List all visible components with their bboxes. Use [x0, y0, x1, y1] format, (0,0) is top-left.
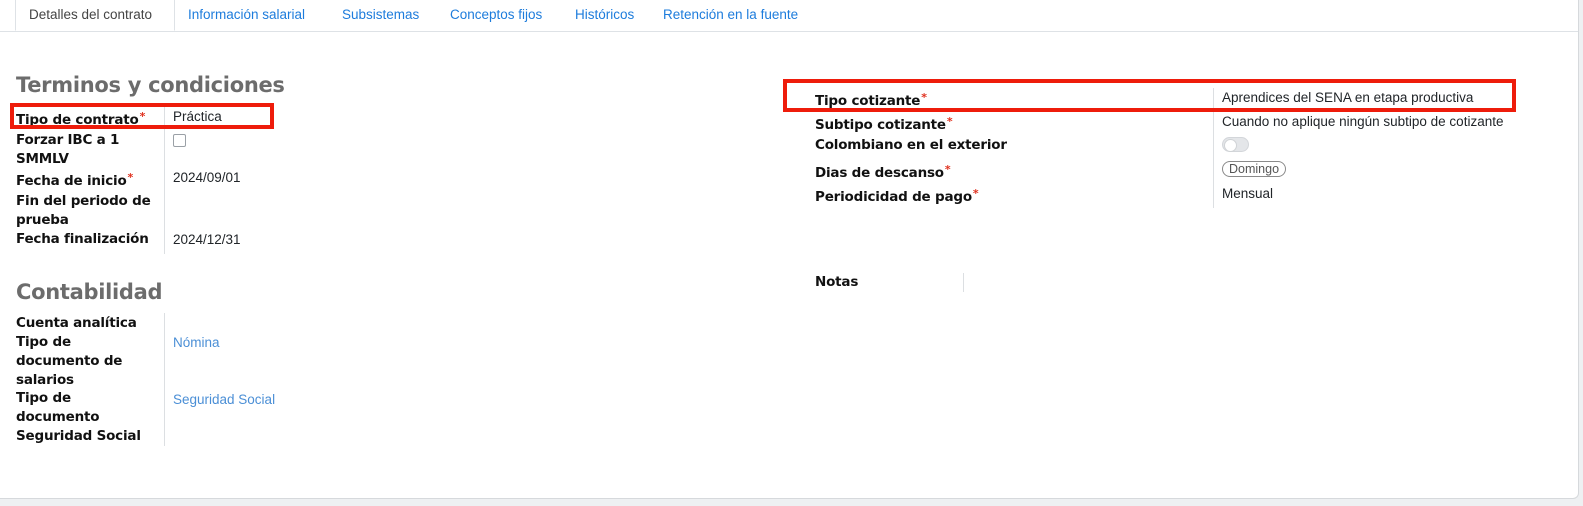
fin-periodo-prueba-label: Fin del periodo de prueba: [16, 193, 151, 228]
tab-retencion-fuente[interactable]: Retención en la fuente: [663, 0, 798, 31]
notas-divider: [963, 273, 964, 292]
right-divider: [1213, 88, 1214, 208]
tipo-contrato-value[interactable]: Práctica: [173, 107, 222, 126]
forzar-ibc-checkbox[interactable]: [173, 134, 186, 147]
colombiano-exterior-toggle[interactable]: [1222, 137, 1249, 152]
terms-divider: [164, 106, 165, 254]
fecha-inicio-value[interactable]: 2024/09/01: [173, 168, 241, 187]
dias-descanso-tag[interactable]: Domingo: [1222, 161, 1287, 177]
cuenta-analitica-label: Cuenta analítica: [16, 315, 137, 331]
tipo-doc-salarios-label: Tipo de documento de salarios: [16, 334, 123, 388]
subtipo-cotizante-label: Subtipo cotizante*: [815, 115, 953, 133]
tipo-cotizante-value[interactable]: Aprendices del SENA en etapa productiva: [1222, 88, 1473, 107]
colombiano-exterior-label: Colombiano en el exterior: [815, 137, 1007, 153]
notas-label: Notas: [815, 274, 859, 290]
tab-bar: Detalles del contrato Información salari…: [0, 0, 1578, 32]
tipo-doc-seguridad-link[interactable]: Seguridad Social: [173, 390, 275, 409]
tab-subsistemas[interactable]: Subsistemas: [342, 0, 419, 31]
fecha-finalizacion-value[interactable]: 2024/12/31: [173, 230, 241, 249]
tipo-doc-salarios-link[interactable]: Nómina: [173, 333, 220, 352]
fecha-finalizacion-label: Fecha finalización: [16, 231, 149, 247]
forzar-ibc-label: Forzar IBC a 1 SMMLV: [16, 132, 120, 167]
periodicidad-pago-value[interactable]: Mensual: [1222, 184, 1273, 203]
subtipo-cotizante-value[interactable]: Cuando no aplique ningún subtipo de coti…: [1222, 112, 1503, 131]
toggle-knob: [1224, 139, 1237, 152]
accounting-divider: [164, 313, 165, 446]
fecha-inicio-label: Fecha de inicio*: [16, 171, 134, 189]
tipo-contrato-label: Tipo de contrato*: [16, 110, 146, 128]
tab-informacion-salarial[interactable]: Información salarial: [188, 0, 305, 31]
tab-conceptos-fijos[interactable]: Conceptos fijos: [450, 0, 542, 31]
contract-form-sheet: Detalles del contrato Información salari…: [0, 0, 1579, 499]
dias-descanso-label: Dias de descanso*: [815, 163, 951, 181]
tipo-doc-seguridad-label: Tipo de documento Seguridad Social: [16, 390, 141, 444]
tab-historicos[interactable]: Históricos: [575, 0, 634, 31]
section-title-terminos: Terminos y condiciones: [16, 73, 285, 97]
tab-detalles-contrato[interactable]: Detalles del contrato: [15, 0, 175, 31]
tipo-cotizante-label: Tipo cotizante*: [815, 91, 927, 109]
section-title-contabilidad: Contabilidad: [16, 280, 163, 304]
periodicidad-pago-label: Periodicidad de pago*: [815, 187, 979, 205]
